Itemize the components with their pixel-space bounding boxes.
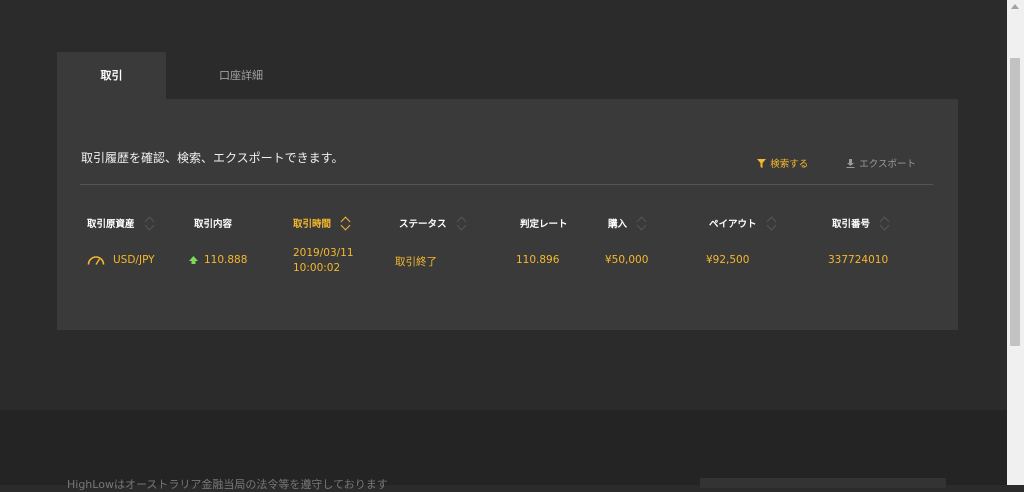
- download-icon: [846, 158, 855, 168]
- table-cell-purchase: ¥50,000: [605, 254, 649, 266]
- column-header-payout[interactable]: ペイアウト: [709, 216, 777, 230]
- column-header-label: 取引内容: [194, 219, 233, 230]
- sort-icon: [880, 216, 890, 230]
- sort-icon: [767, 216, 777, 230]
- tab-bar: 取引 口座詳細: [57, 52, 316, 99]
- export-button[interactable]: エクスポート: [846, 156, 916, 170]
- scrollbar[interactable]: [1007, 0, 1024, 485]
- footer-text: HighLowはオーストラリア金融当局の法令等を遵守しております: [67, 478, 388, 491]
- column-header-label: 取引時間: [293, 219, 332, 230]
- trade-history-panel: 取引履歴を確認、検索、エクスポートできます。 検索する エクスポート 取引原資産…: [57, 99, 958, 330]
- column-header-trade-time[interactable]: 取引時間: [293, 216, 351, 230]
- column-header-status[interactable]: ステータス: [399, 216, 467, 230]
- sort-icon: [457, 216, 467, 230]
- column-header-closing-rate: 判定レート: [520, 216, 568, 230]
- column-header-trade-content: 取引内容: [194, 216, 232, 230]
- up-arrow-icon: [189, 256, 198, 264]
- divider: [80, 184, 933, 185]
- column-header-label: 取引原資産: [87, 219, 135, 230]
- column-header-purchase[interactable]: 購入: [608, 216, 647, 230]
- table-cell-payout: ¥92,500: [706, 254, 750, 266]
- scrollbar-thumb[interactable]: [1010, 58, 1020, 346]
- table-cell-trade-id: 337724010: [828, 254, 889, 266]
- table-cell-asset: USD/JPY: [87, 254, 155, 266]
- footer-element: [700, 478, 946, 488]
- column-header-label: 取引番号: [832, 219, 871, 230]
- main-area: 取引 口座詳細 取引履歴を確認、検索、エクスポートできます。 検索する エクスポ…: [0, 0, 1007, 410]
- intro-text: 取引履歴を確認、検索、エクスポートできます。: [81, 151, 344, 165]
- table-cell-time: 2019/03/11 10:00:02: [293, 246, 354, 276]
- filter-icon: [757, 158, 767, 168]
- trade-clock: 10:00:02: [293, 262, 341, 274]
- entry-rate-value: 110.888: [204, 254, 248, 266]
- table-cell-entry-rate: 110.888: [189, 254, 247, 266]
- search-button[interactable]: 検索する: [757, 156, 808, 170]
- column-header-trade-id[interactable]: 取引番号: [832, 216, 890, 230]
- sort-icon: [145, 216, 155, 230]
- export-button-label: エクスポート: [859, 159, 916, 170]
- sort-icon: [341, 216, 351, 230]
- tab-trades[interactable]: 取引: [57, 52, 166, 99]
- gauge-icon: [87, 255, 105, 265]
- column-header-label: ステータス: [399, 219, 447, 230]
- column-header-label: 判定レート: [520, 219, 568, 230]
- table-cell-closing-rate: 110.896: [516, 254, 560, 266]
- actions-bar: 検索する エクスポート: [757, 156, 916, 170]
- column-header-asset[interactable]: 取引原資産: [87, 216, 155, 230]
- tab-account-details[interactable]: 口座詳細: [166, 52, 316, 99]
- scroll-up-icon[interactable]: [1011, 4, 1019, 9]
- column-header-label: ペイアウト: [709, 219, 757, 230]
- table-cell-status: 取引終了: [395, 256, 437, 268]
- sort-icon: [637, 216, 647, 230]
- trade-date: 2019/03/11: [293, 247, 354, 259]
- search-button-label: 検索する: [770, 159, 809, 170]
- footer: HighLowはオーストラリア金融当局の法令等を遵守しております: [0, 410, 1007, 491]
- asset-name: USD/JPY: [113, 254, 155, 266]
- column-header-label: 購入: [608, 219, 628, 230]
